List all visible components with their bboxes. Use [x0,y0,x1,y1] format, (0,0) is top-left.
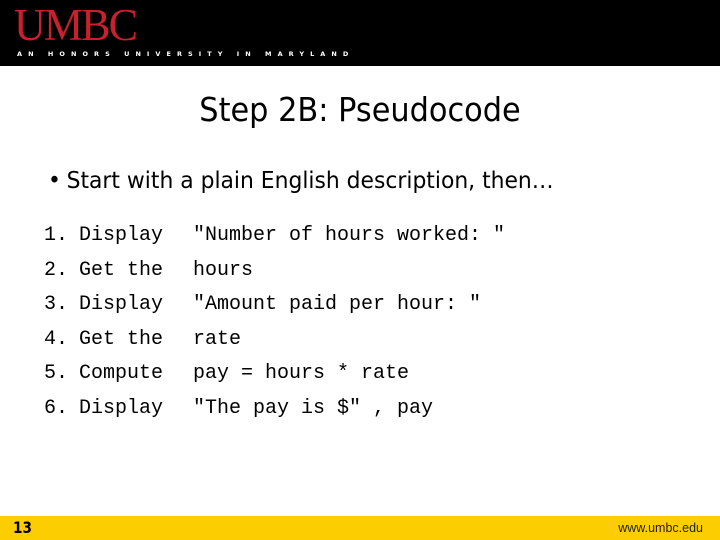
bullet-text: Start with a plain English description, … [66,166,554,194]
page-number: 13 [13,518,32,537]
step-text: "Amount paid per hour: " [193,293,482,317]
step-verb: Get the [79,327,164,351]
step-number: 2. [44,258,69,282]
umbc-logo: UMBC [14,0,138,50]
step-number: 4. [44,327,69,351]
logo-tagline: AN HONORS UNIVERSITY IN MARYLAND [17,50,355,58]
slide-footer: 13 www.umbc.edu [0,516,720,540]
step-text: "Number of hours worked: " [193,224,506,247]
step-verb: Display [79,396,164,420]
pseudocode-step: 5. Compute pay = hours * rate [44,357,505,392]
step-verb: Display [79,293,164,317]
bullet-item: • Start with a plain English description,… [48,163,554,197]
bullet-dot-icon: • [48,166,61,194]
pseudocode-step: 1. Display "Number of hours worked: " [44,219,505,254]
step-number: 1. [44,224,69,247]
step-text: pay = hours * rate [193,362,410,386]
step-verb: Compute [79,362,164,386]
slide-header: UMBC AN HONORS UNIVERSITY IN MARYLAND [0,0,720,66]
step-number: 5. [44,362,69,386]
step-text: rate [193,327,242,351]
pseudocode-step: 3. Display "Amount paid per hour: " [44,288,505,323]
step-text: hours [193,258,254,282]
step-number: 3. [44,293,69,317]
step-verb: Get the [79,258,164,282]
step-number: 6. [44,396,69,420]
step-text: "The pay is $" , pay [193,396,434,420]
pseudocode-steps: 1. Display "Number of hours worked: " 2. Ge… [44,219,505,427]
pseudocode-step: 2. Get the hours [44,254,505,289]
pseudocode-step: 6. Display "The pay is $" , pay [44,392,505,427]
pseudocode-step: 4. Get the rate [44,323,505,358]
step-verb: Display [79,224,164,247]
footer-url: www.umbc.edu [618,521,703,535]
slide-title: Step 2B: Pseudocode [199,90,521,129]
